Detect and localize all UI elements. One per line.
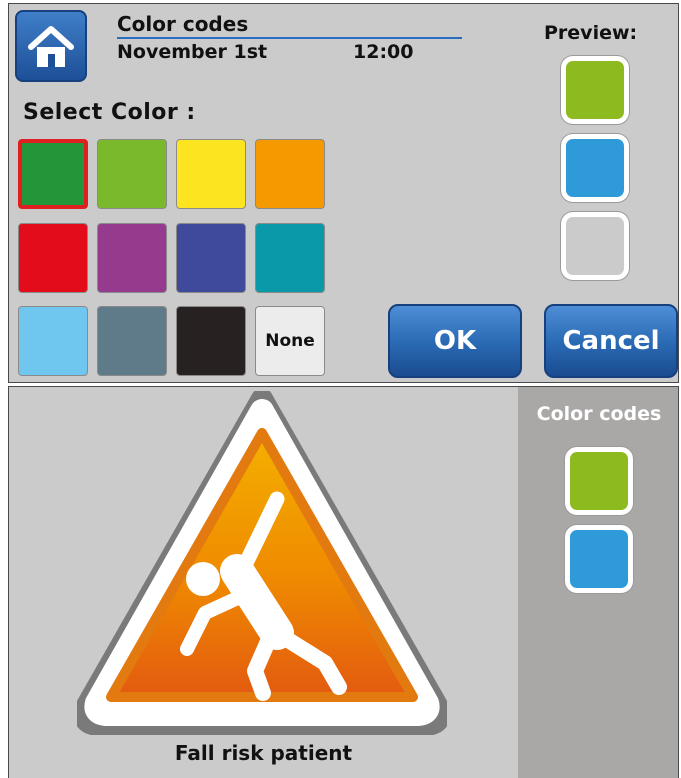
color-swatch-black[interactable] [176,306,246,376]
sidebar-color-code-1 [565,447,633,515]
patient-display-panel: Fall risk patient Color codes [8,386,679,778]
preview-swatch-1 [561,56,629,124]
select-color-label: Select Color : [23,100,196,125]
warning-caption: Fall risk patient [174,741,353,765]
color-swatch-light-green[interactable] [97,139,167,209]
color-swatch-none[interactable]: None [255,306,325,376]
color-swatch-orange[interactable] [255,139,325,209]
preview-swatch-empty [561,212,629,280]
color-swatch-teal[interactable] [255,223,325,293]
ok-button[interactable]: OK [388,304,522,378]
color-swatch-yellow[interactable] [176,139,246,209]
color-swatch-indigo[interactable] [176,223,246,293]
preview-label: Preview: [544,22,638,44]
header-time: 12:00 [353,41,414,63]
cancel-button[interactable]: Cancel [544,304,678,378]
color-code-editor-panel: Color codes November 1st 12:00 Preview: … [8,3,679,383]
preview-swatch-2 [561,134,629,202]
color-swatch-sky-blue[interactable] [18,306,88,376]
fall-risk-warning-icon [77,391,447,735]
color-swatch-slate-gray[interactable] [97,306,167,376]
home-icon [28,26,74,67]
color-swatch-red[interactable] [18,223,88,293]
color-swatch-purple[interactable] [97,223,167,293]
sidebar-title: Color codes [536,403,662,425]
header-date: November 1st [117,41,268,63]
sidebar-color-code-2 [565,525,633,593]
home-button[interactable] [15,10,87,82]
page-title: Color codes [117,12,249,36]
color-codes-sidebar: Color codes [518,387,678,778]
header-divider [117,37,462,39]
color-swatch-green[interactable] [18,139,88,209]
